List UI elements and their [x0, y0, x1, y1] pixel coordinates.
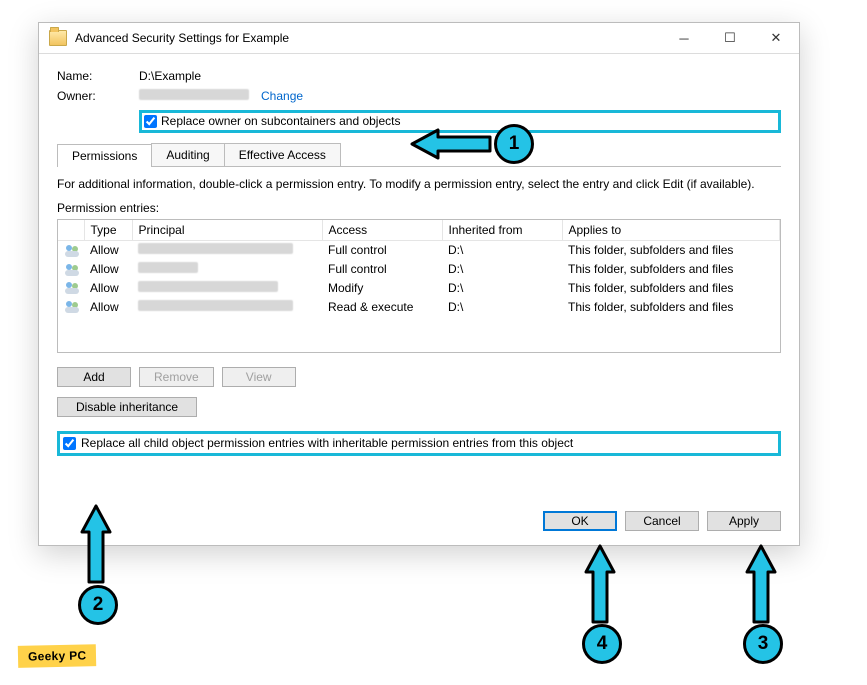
replace-owner-checkbox-label: Replace owner on subcontainers and objec…	[161, 114, 400, 128]
annotation-badge-4: 4	[582, 624, 622, 664]
close-button[interactable]: ✕	[753, 23, 799, 53]
col-icon[interactable]	[58, 220, 84, 241]
replace-child-entries-checkbox-label: Replace all child object permission entr…	[81, 436, 573, 450]
maximize-button[interactable]: ☐	[707, 23, 753, 53]
principal-redacted	[138, 262, 198, 273]
col-type[interactable]: Type	[84, 220, 132, 241]
name-value: D:\Example	[139, 69, 201, 83]
name-label: Name:	[57, 69, 139, 83]
watermark-badge: Geeky PC	[18, 644, 97, 668]
name-row: Name: D:\Example	[57, 69, 781, 83]
owner-label: Owner:	[57, 89, 139, 103]
perm-header-row: Type Principal Access Inherited from App…	[58, 220, 780, 241]
window-controls: ─ ☐ ✕	[661, 23, 799, 53]
principal-redacted	[138, 281, 278, 292]
tab-auditing[interactable]: Auditing	[151, 143, 224, 166]
annotation-badge-1: 1	[494, 124, 534, 164]
info-line: For additional information, double-click…	[57, 177, 781, 191]
dialog-buttons: OK Cancel Apply	[57, 511, 781, 531]
disable-inheritance-button[interactable]: Disable inheritance	[57, 397, 197, 417]
annotation-badge-3: 3	[743, 624, 783, 664]
col-principal[interactable]: Principal	[132, 220, 322, 241]
replace-child-entries-checkbox-row[interactable]: Replace all child object permission entr…	[57, 431, 781, 456]
folder-icon	[49, 30, 67, 46]
permission-entries-list[interactable]: Type Principal Access Inherited from App…	[57, 219, 781, 353]
view-button[interactable]: View	[222, 367, 296, 387]
tab-effective-access[interactable]: Effective Access	[224, 143, 341, 166]
tab-permissions[interactable]: Permissions	[57, 144, 152, 167]
entry-buttons-row: Add Remove View	[57, 367, 781, 387]
table-row[interactable]: Allow Full control D:\ This folder, subf…	[58, 260, 780, 279]
replace-child-entries-checkbox[interactable]	[63, 437, 76, 450]
users-icon	[64, 263, 80, 277]
window-title: Advanced Security Settings for Example	[75, 31, 289, 45]
annotation-arrow-1	[412, 128, 492, 160]
replace-owner-checkbox[interactable]	[144, 115, 157, 128]
col-inherited[interactable]: Inherited from	[442, 220, 562, 241]
principal-redacted	[138, 300, 293, 311]
owner-value-redacted	[139, 89, 249, 103]
ok-button[interactable]: OK	[543, 511, 617, 531]
col-applies[interactable]: Applies to	[562, 220, 780, 241]
cancel-button[interactable]: Cancel	[625, 511, 699, 531]
principal-redacted	[138, 243, 293, 254]
table-row[interactable]: Allow Read & execute D:\ This folder, su…	[58, 297, 780, 316]
apply-button[interactable]: Apply	[707, 511, 781, 531]
table-row[interactable]: Allow Modify D:\ This folder, subfolders…	[58, 279, 780, 298]
users-icon	[64, 281, 80, 295]
security-settings-window: Advanced Security Settings for Example ─…	[38, 22, 800, 546]
permission-entries-label: Permission entries:	[57, 201, 781, 215]
table-row[interactable]: Allow Full control D:\ This folder, subf…	[58, 241, 780, 260]
change-owner-link[interactable]: Change	[261, 89, 303, 103]
add-button[interactable]: Add	[57, 367, 131, 387]
annotation-arrow-2	[80, 506, 112, 584]
owner-row: Owner: Change	[57, 89, 781, 103]
titlebar: Advanced Security Settings for Example ─…	[39, 23, 799, 54]
annotation-arrow-3	[745, 546, 777, 624]
annotation-arrow-4	[584, 546, 616, 624]
remove-button[interactable]: Remove	[139, 367, 214, 387]
annotation-badge-2: 2	[78, 585, 118, 625]
minimize-button[interactable]: ─	[661, 23, 707, 53]
users-icon	[64, 300, 80, 314]
col-access[interactable]: Access	[322, 220, 442, 241]
users-icon	[64, 244, 80, 258]
